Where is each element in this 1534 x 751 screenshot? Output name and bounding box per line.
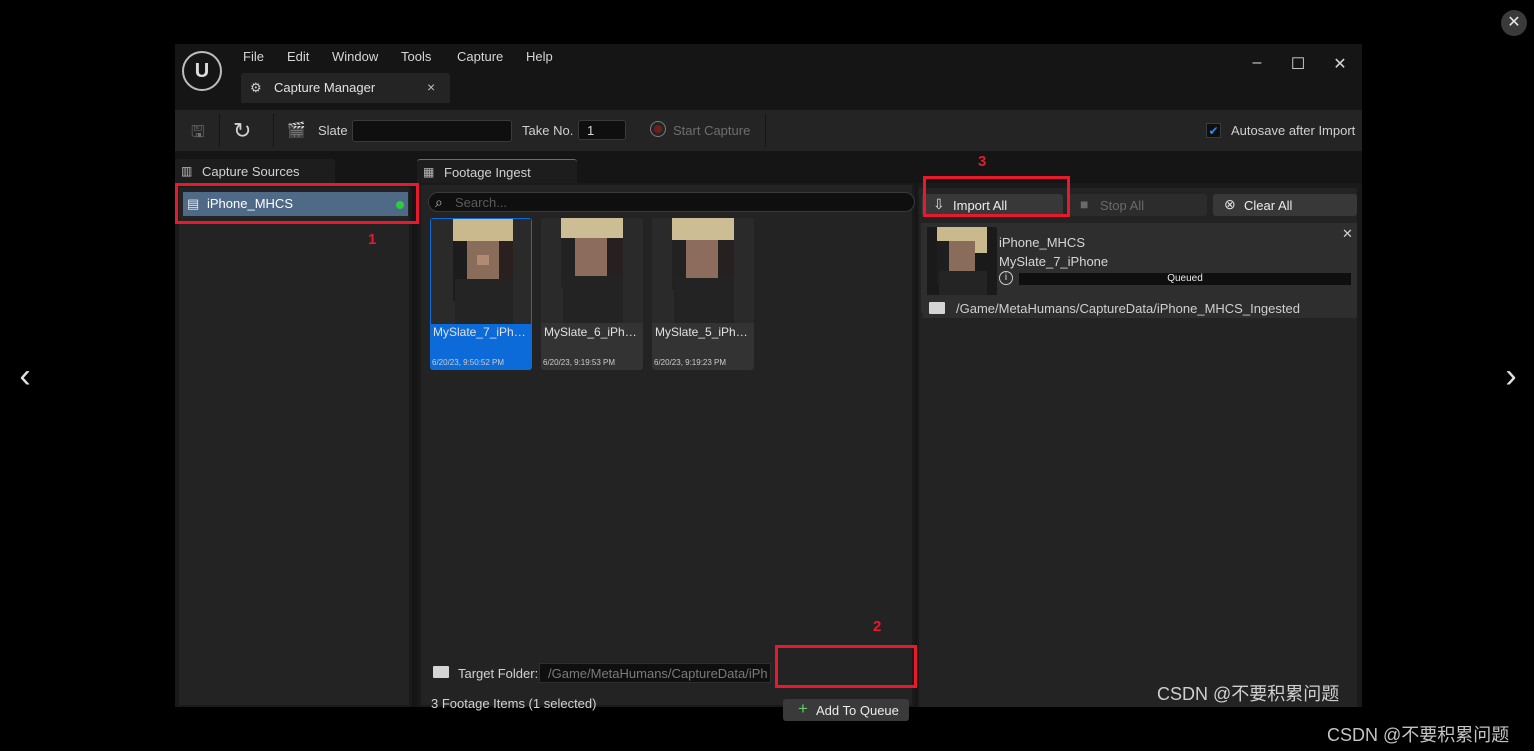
search-icon: ⌕ (435, 194, 443, 210)
annotation-number-3: 3 (978, 153, 987, 170)
stop-all-button[interactable]: ■ Stop All (1069, 194, 1207, 216)
footage-name: MySlate_5_iPho... (655, 325, 751, 339)
tab-capture-manager[interactable]: ⚙ Capture Manager × (241, 73, 450, 103)
folder-icon (433, 666, 449, 678)
queue-item-path: /Game/MetaHumans/CaptureData/iPhone_MHCS… (956, 301, 1300, 316)
unreal-logo-icon: U (182, 51, 222, 91)
save-icon[interactable]: 🖫 (191, 121, 211, 141)
import-queue-area: ⇩ Import All ■ Stop All ⊗ Clear All iPho… (919, 188, 1357, 707)
footage-date: 6/20/23, 9:19:53 PM (543, 358, 616, 367)
menu-window[interactable]: Window (332, 49, 378, 67)
capture-sources-icon: ▥ (181, 164, 193, 178)
slate-label: Slate (318, 123, 348, 138)
footage-date: 6/20/23, 9:50:52 PM (432, 358, 505, 367)
take-label: Take No. (522, 123, 574, 138)
close-window-icon[interactable]: ✕ (1329, 54, 1351, 74)
stop-all-label: Stop All (1100, 198, 1145, 213)
footage-thumbnail (652, 218, 754, 323)
clapperboard-icon: 🎬 (287, 122, 306, 139)
footage-tile[interactable]: MySlate_7_iPho... 6/20/23, 9:50:52 PM (430, 218, 532, 370)
tab-label: Capture Manager (274, 80, 376, 95)
add-to-queue-label: Add To Queue (816, 703, 899, 718)
remove-item-icon[interactable]: ✕ (1342, 226, 1353, 242)
import-queue-panel: ⇩ Import All ■ Stop All ⊗ Clear All iPho… (917, 183, 1362, 707)
footage-date: 6/20/23, 9:19:23 PM (654, 358, 727, 367)
capture-sources-list: ▤ iPhone_MHCS (179, 187, 409, 705)
footage-name: MySlate_6_iPho... (544, 325, 640, 339)
tab-close-icon[interactable]: × (427, 79, 435, 95)
footage-thumbnail (541, 218, 643, 323)
record-icon (650, 121, 666, 137)
folder-icon (929, 302, 945, 314)
toolbar: 🖫 ↻ 🎬 Slate Take No. 1 Start Capture ✔ A… (175, 110, 1362, 151)
footage-tile[interactable]: MySlate_5_iPho... 6/20/23, 9:19:23 PM (652, 218, 754, 370)
tab-label: Capture Sources (202, 164, 300, 179)
add-to-queue-button[interactable]: + Add To Queue (783, 699, 909, 721)
menu-file[interactable]: File (243, 49, 264, 67)
queue-item-take: MySlate_7_iPhone (999, 254, 1109, 269)
annotation-box-1 (175, 183, 419, 224)
stop-icon: ■ (1080, 196, 1089, 212)
separator (765, 114, 766, 147)
capture-sources-panel: ▤ iPhone_MHCS (175, 183, 412, 707)
footage-ingest-panel: ⌕ Search... MySlate_7_iPho... 6/20/23, 9… (417, 183, 915, 721)
clear-icon: ⊗ (1224, 196, 1236, 212)
search-box[interactable]: ⌕ Search... (428, 192, 915, 212)
checkbox-checked-icon[interactable]: ✔ (1206, 123, 1221, 138)
capture-manager-icon: ⚙ (250, 80, 262, 95)
tab-label: Footage Ingest (444, 165, 531, 180)
menu-tools[interactable]: Tools (401, 49, 431, 67)
annotation-box-2 (775, 645, 917, 688)
plus-icon: + (798, 699, 808, 718)
capture-manager-window: U File Edit Window Tools Capture Help ⚙ … (175, 44, 1362, 721)
menu-help[interactable]: Help (526, 49, 553, 67)
annotation-box-3 (923, 176, 1070, 217)
footage-name: MySlate_7_iPho... (433, 325, 529, 339)
footage-thumbnail (431, 219, 531, 324)
queue-item-thumbnail (927, 227, 997, 295)
clear-all-label: Clear All (1244, 198, 1293, 213)
menu-capture[interactable]: Capture (457, 49, 503, 67)
watermark: CSDN @不要积累问题 (1327, 725, 1510, 745)
info-icon[interactable]: i (999, 271, 1013, 285)
maximize-icon[interactable]: ☐ (1287, 54, 1309, 74)
title-bar: U File Edit Window Tools Capture Help ⚙ … (175, 44, 1362, 110)
start-capture-label: Start Capture (673, 123, 751, 138)
queue-item[interactable]: iPhone_MHCS MySlate_7_iPhone i Queued ✕ … (921, 223, 1357, 318)
separator (219, 114, 220, 147)
minimize-icon[interactable]: – (1246, 54, 1268, 74)
queue-item-progress: Queued (1019, 273, 1351, 285)
tab-capture-sources[interactable]: ▥ Capture Sources (175, 159, 335, 183)
target-folder-label: Target Folder: (458, 666, 539, 681)
autosave-label: Autosave after Import (1231, 123, 1356, 138)
chevron-right-icon[interactable]: › (1496, 356, 1526, 396)
menu-edit[interactable]: Edit (287, 49, 309, 67)
watermark: CSDN @不要积累问题 (1157, 684, 1340, 704)
footage-ingest-area: ⌕ Search... MySlate_7_iPho... 6/20/23, 9… (421, 185, 915, 711)
clear-all-button[interactable]: ⊗ Clear All (1213, 194, 1357, 216)
film-icon: ▦ (423, 165, 435, 179)
annotation-number-1: 1 (368, 231, 377, 248)
take-input[interactable]: 1 (578, 120, 626, 140)
slate-input[interactable] (352, 120, 512, 142)
chevron-left-icon[interactable]: ‹ (10, 356, 40, 396)
target-folder-input[interactable]: /Game/MetaHumans/CaptureData/iPh (539, 663, 771, 683)
tab-footage-ingest[interactable]: ▦ Footage Ingest (417, 159, 577, 184)
queue-item-path-row: /Game/MetaHumans/CaptureData/iPhone_MHCS… (923, 298, 1357, 318)
refresh-icon[interactable]: ↻ (233, 118, 257, 143)
annotation-number-2: 2 (873, 618, 882, 635)
queue-item-source: iPhone_MHCS (999, 235, 1085, 250)
separator (273, 114, 274, 147)
overlay-close-icon[interactable]: ✕ (1501, 10, 1527, 36)
footage-status-text: 3 Footage Items (1 selected) (431, 696, 597, 711)
search-input[interactable]: Search... (455, 195, 507, 210)
footage-tile[interactable]: MySlate_6_iPho... 6/20/23, 9:19:53 PM (541, 218, 643, 370)
